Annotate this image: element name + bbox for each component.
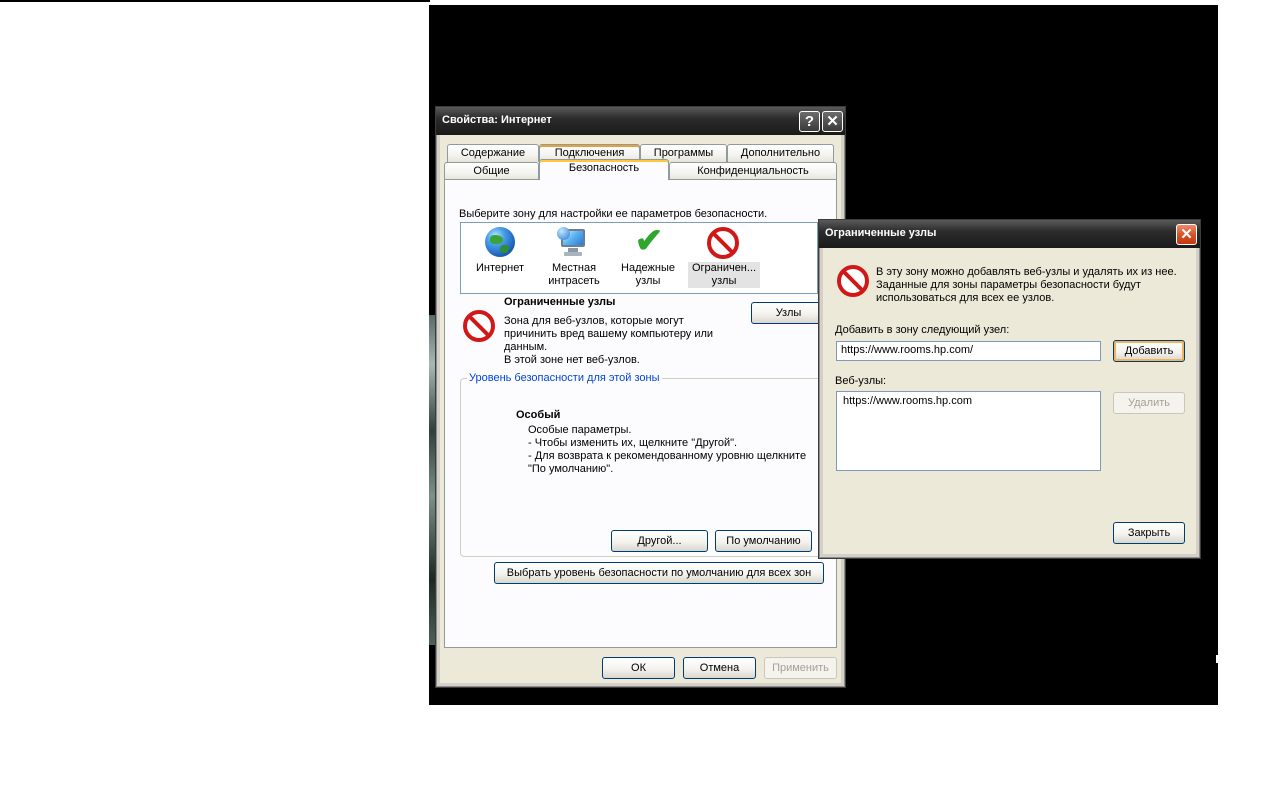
zone-info-title: Ограниченные узлы	[504, 296, 616, 308]
zone-list[interactable]: Интернет Местная интрасеть ✔ Надежные уз…	[460, 222, 818, 294]
zone-label: Местная интрасеть	[548, 262, 600, 287]
security-level-group: Уровень безопасности для этой зоны Особы…	[460, 372, 822, 557]
button-label: Другой...	[637, 535, 682, 547]
ok-button[interactable]: ОК	[602, 657, 675, 679]
restricted-sites-title-bar[interactable]: Ограниченные узлы ✕	[819, 220, 1200, 248]
close-button[interactable]: ✕	[822, 111, 843, 132]
add-site-input[interactable]: https://www.rooms.hp.com/	[836, 341, 1101, 361]
internet-options-title-bar[interactable]: Свойства: Интернет ? ✕	[436, 107, 845, 135]
internet-options-dialog: Свойства: Интернет ? ✕ Содержание Подклю…	[435, 106, 846, 688]
tab-advanced[interactable]: Дополнительно	[727, 144, 834, 162]
local-intranet-icon	[557, 227, 591, 257]
cancel-button[interactable]: Отмена	[683, 657, 756, 679]
button-label: Закрыть	[1127, 527, 1171, 539]
tab-label: Содержание	[460, 147, 526, 159]
security-level-name: Особый	[516, 409, 561, 421]
security-tab-panel: Выберите зону для настройки ее параметро…	[444, 179, 837, 648]
close-icon: ✕	[826, 113, 839, 130]
close-icon: ✕	[1180, 226, 1193, 243]
security-level-legend: Уровень безопасности для этой зоны	[467, 372, 662, 384]
globe-icon	[485, 227, 515, 257]
trusted-sites-icon: ✔	[634, 222, 664, 260]
sites-button[interactable]: Узлы	[751, 302, 826, 324]
zone-restricted-sites[interactable]: Ограничен... узлы	[687, 225, 761, 291]
button-label: Отмена	[699, 662, 740, 674]
security-level-description: Особые параметры. - Чтобы изменить их, щ…	[528, 424, 807, 475]
dialog-title: Свойства: Интернет	[442, 114, 552, 126]
select-zone-text: Выберите зону для настройки ее параметро…	[459, 208, 768, 220]
desktop-artifact	[1216, 655, 1218, 663]
button-label: Удалить	[1128, 397, 1170, 409]
zone-label: Интернет	[476, 262, 524, 274]
web-sites-list[interactable]: https://www.rooms.hp.com	[836, 391, 1101, 471]
zone-internet[interactable]: Интернет	[465, 225, 535, 291]
zone-local-intranet[interactable]: Местная интрасеть	[539, 225, 609, 291]
restricted-sites-dialog: Ограниченные узлы ✕ В эту зону можно доб…	[818, 219, 1201, 559]
button-label: Узлы	[775, 307, 802, 319]
restricted-zone-icon	[463, 310, 495, 342]
tab-security[interactable]: Безопасность	[539, 159, 669, 180]
button-label: Применить	[772, 662, 829, 674]
restricted-sites-icon	[707, 227, 739, 259]
tab-label: Безопасность	[568, 162, 640, 174]
restricted-close-button[interactable]: ✕	[1176, 224, 1197, 245]
tab-general[interactable]: Общие	[444, 162, 539, 180]
tab-label: Подключения	[554, 147, 625, 159]
top-border-line	[0, 0, 430, 2]
reset-all-zones-button[interactable]: Выбрать уровень безопасности по умолчани…	[494, 562, 824, 584]
tab-label: Дополнительно	[740, 147, 821, 159]
apply-button[interactable]: Применить	[764, 657, 837, 679]
tab-label: Общие	[473, 165, 510, 177]
add-site-button[interactable]: Добавить	[1113, 340, 1185, 362]
default-level-button[interactable]: По умолчанию	[715, 530, 812, 552]
zone-info-description: Зона для веб-узлов, которые могут причин…	[504, 315, 714, 366]
add-site-label: Добавить в зону следующий узел:	[835, 324, 1010, 336]
custom-level-button[interactable]: Другой...	[611, 530, 708, 552]
web-site-item[interactable]: https://www.rooms.hp.com	[843, 395, 1094, 407]
zone-label: Надежные узлы	[621, 262, 675, 287]
tab-label: Программы	[653, 147, 714, 159]
restricted-dialog-body: В эту зону можно добавлять веб-узлы и уд…	[823, 248, 1196, 554]
restricted-info-text: В эту зону можно добавлять веб-узлы и уд…	[876, 266, 1177, 304]
button-label: По умолчанию	[726, 535, 801, 547]
button-label: Выбрать уровень безопасности по умолчани…	[506, 567, 812, 579]
close-dialog-button[interactable]: Закрыть	[1113, 522, 1185, 544]
zone-label-selected: Ограничен... узлы	[688, 262, 760, 288]
restricted-dialog-title: Ограниченные узлы	[825, 227, 937, 239]
zone-trusted-sites[interactable]: ✔ Надежные узлы	[613, 222, 683, 291]
web-sites-label: Веб-узлы:	[835, 375, 887, 387]
tab-privacy[interactable]: Конфиденциальность	[669, 162, 837, 180]
restricted-sites-icon	[837, 265, 869, 297]
dialog-body: Содержание Подключения Программы Дополни…	[440, 135, 841, 683]
button-label: ОК	[631, 662, 646, 674]
remove-site-button[interactable]: Удалить	[1113, 392, 1185, 414]
help-button[interactable]: ?	[799, 111, 820, 132]
help-icon: ?	[804, 113, 815, 130]
tab-content[interactable]: Содержание	[447, 144, 539, 162]
button-label: Добавить	[1124, 345, 1174, 357]
tab-label: Конфиденциальность	[697, 165, 809, 177]
